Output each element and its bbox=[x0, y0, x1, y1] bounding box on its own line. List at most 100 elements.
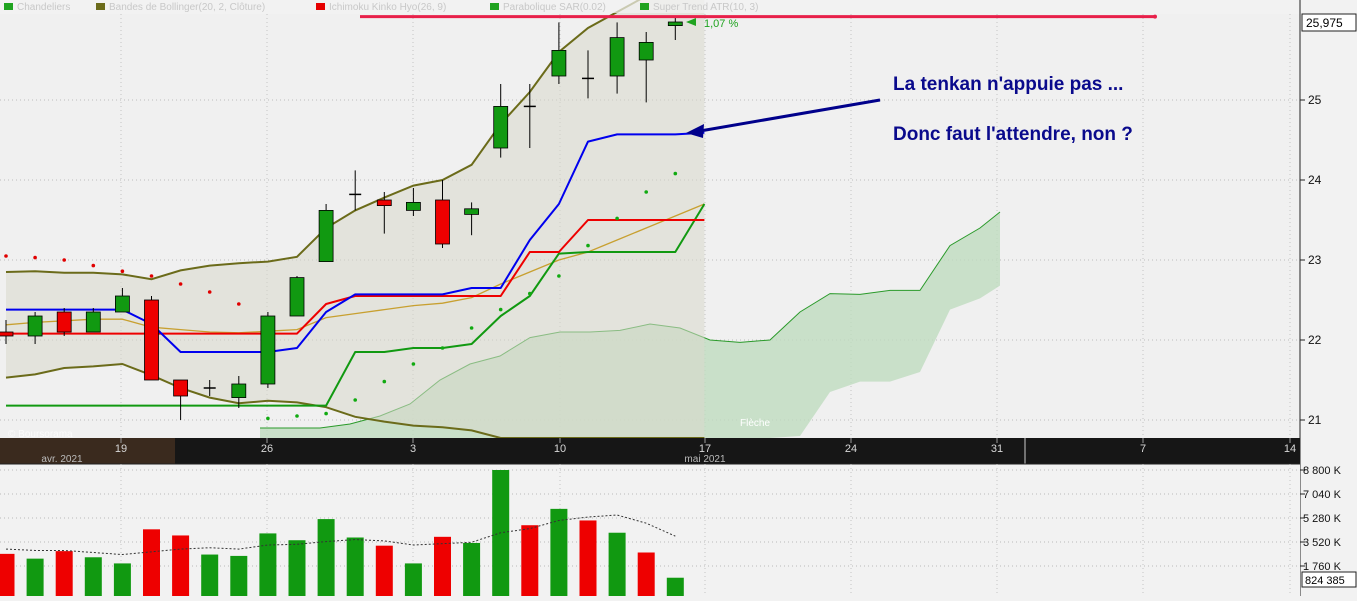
volume-bar bbox=[172, 535, 190, 596]
sar-dot bbox=[353, 398, 358, 402]
price-tick-label: 24 bbox=[1308, 173, 1322, 187]
volume-bar bbox=[434, 536, 451, 596]
price-axis-bg bbox=[1300, 0, 1357, 438]
volume-bar bbox=[550, 508, 568, 596]
volume-bar bbox=[346, 537, 364, 596]
sar-dot bbox=[237, 302, 241, 306]
sar-dot bbox=[33, 255, 37, 260]
volume-panel: 1 760 K 3 520 K 5 280 K 7 040 K 8 800 K 824 3… bbox=[0, 463, 1357, 596]
candle-body bbox=[260, 315, 276, 385]
legend-swatch bbox=[640, 3, 649, 10]
volume-last-label: 824 385 bbox=[1305, 575, 1345, 587]
sar-dot bbox=[440, 346, 445, 350]
date-tick-label: 24 bbox=[845, 443, 857, 455]
candle-body bbox=[464, 208, 480, 215]
volume-bar bbox=[404, 563, 422, 596]
volume-tick-label: 3 520 K bbox=[1303, 537, 1342, 549]
date-axis-band bbox=[0, 438, 1300, 464]
sar-dot bbox=[528, 291, 532, 296]
sar-dot bbox=[91, 263, 96, 268]
candle-body bbox=[405, 201, 421, 211]
volume-bar bbox=[317, 519, 335, 596]
legend-item: Ichimoku Kinko Hyo(26, 9) bbox=[329, 2, 446, 13]
sar-dot bbox=[382, 379, 387, 384]
candle-body bbox=[318, 209, 334, 262]
sar-dot bbox=[498, 307, 503, 312]
volume-bar bbox=[288, 540, 306, 596]
price-tick-label: 25 bbox=[1308, 93, 1322, 107]
sar-dot bbox=[324, 411, 328, 416]
sar-dot bbox=[673, 171, 678, 176]
candle-body bbox=[289, 277, 305, 317]
sar-dot bbox=[411, 362, 416, 366]
volume-tick-label: 1 760 K bbox=[1303, 561, 1342, 573]
volume-bar bbox=[201, 554, 219, 596]
legend-swatch bbox=[490, 3, 499, 10]
volume-bar bbox=[0, 553, 15, 596]
date-tick-label: 31 bbox=[991, 443, 1003, 455]
volume-bar bbox=[143, 529, 160, 596]
candle-body bbox=[435, 199, 450, 245]
candle-body bbox=[27, 315, 43, 337]
sar-dot bbox=[615, 216, 619, 221]
volume-tick-label: 8 800 K bbox=[1303, 465, 1342, 477]
month-label: mai 2021 bbox=[684, 454, 726, 465]
candle-body bbox=[638, 42, 654, 61]
price-tick-label: 21 bbox=[1308, 413, 1322, 427]
volume-bar bbox=[521, 525, 539, 596]
price-panel bbox=[0, 0, 1300, 439]
sar-dot bbox=[62, 258, 66, 262]
sar-dot bbox=[120, 269, 125, 274]
stock-chart: 21 22 23 24 25 25,975 19 26 3 10 17 24 31 7 14 avr. 202… bbox=[0, 0, 1357, 596]
legend-item: Super Trend ATR(10, 3) bbox=[653, 2, 758, 13]
volume-bar bbox=[84, 557, 102, 596]
candle-body bbox=[609, 37, 625, 77]
sar-dot bbox=[586, 243, 590, 248]
month-label: avr. 2021 bbox=[41, 454, 83, 465]
volume-bar bbox=[26, 558, 44, 596]
volume-bar bbox=[637, 552, 655, 596]
date-tick-label: 19 bbox=[115, 443, 127, 455]
sar-dot bbox=[295, 414, 299, 418]
legend-item: Parabolique SAR(0.02) bbox=[503, 2, 606, 13]
candle-body bbox=[144, 299, 159, 381]
candle-body bbox=[551, 50, 567, 77]
date-tick-label: 7 bbox=[1140, 443, 1146, 455]
sar-dot bbox=[469, 326, 474, 330]
sar-dot bbox=[644, 190, 648, 194]
date-tick-label: 3 bbox=[410, 443, 416, 455]
volume-bar bbox=[55, 551, 73, 596]
legend-item: Bandes de Bollinger(20, 2, Clôture) bbox=[109, 2, 265, 13]
volume-bar bbox=[579, 520, 597, 596]
legend-swatch bbox=[4, 3, 13, 10]
volume-tick-label: 7 040 K bbox=[1303, 489, 1342, 501]
volume-bar bbox=[230, 555, 248, 596]
candle-body bbox=[376, 199, 392, 206]
date-tick-label: 10 bbox=[554, 443, 566, 455]
last-change-label: 1,07 % bbox=[704, 18, 738, 30]
last-price-label: 25,975 bbox=[1306, 16, 1343, 30]
date-axis-shade bbox=[0, 438, 175, 464]
sar-dot bbox=[266, 416, 270, 421]
volume-bar bbox=[666, 577, 684, 596]
candle-body bbox=[493, 106, 509, 149]
candle-body bbox=[56, 311, 72, 333]
legend-swatch bbox=[96, 3, 105, 10]
volume-bar bbox=[608, 532, 626, 596]
annotation-line-2: Donc faut l'attendre, non ? bbox=[893, 124, 1133, 145]
cloud-label: Flèche bbox=[740, 418, 770, 429]
candle-body bbox=[231, 383, 247, 398]
legend-item: Chandeliers bbox=[17, 2, 70, 13]
sar-dot bbox=[178, 282, 183, 286]
volume-bar bbox=[113, 563, 131, 596]
price-tick-label: 22 bbox=[1308, 333, 1322, 347]
volume-bar bbox=[375, 545, 393, 596]
candle-body bbox=[0, 331, 14, 337]
date-tick-label: 26 bbox=[261, 443, 273, 455]
candle-body bbox=[115, 295, 130, 313]
sar-dot bbox=[149, 274, 154, 278]
candle-body bbox=[173, 379, 189, 397]
candle-body bbox=[667, 21, 683, 26]
volume-bar bbox=[463, 542, 481, 596]
volume-bar bbox=[259, 533, 277, 596]
